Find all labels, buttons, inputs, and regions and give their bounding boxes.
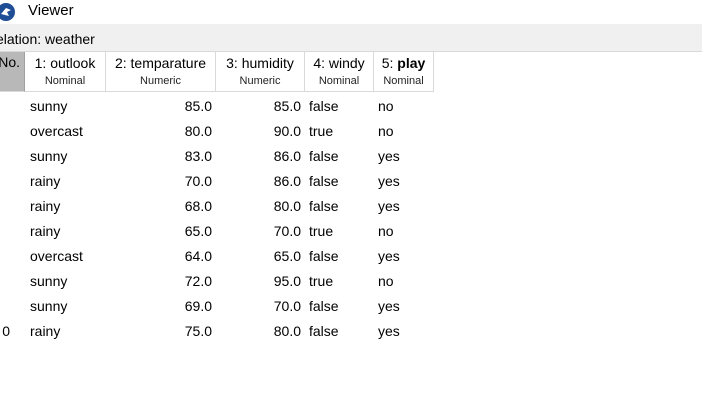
- cell-windy[interactable]: false: [309, 319, 339, 344]
- row-number[interactable]: [0, 144, 10, 169]
- cell-windy[interactable]: false: [309, 244, 339, 269]
- column-header-play[interactable]: 5: play Nominal: [374, 52, 434, 92]
- cell-windy[interactable]: false: [309, 144, 339, 169]
- cell-temparature[interactable]: 80.0: [112, 119, 212, 144]
- row-number[interactable]: [0, 194, 10, 219]
- column-header-play-name: 5: play: [381, 55, 426, 71]
- column-header-windy-name: 4: windy: [313, 55, 365, 71]
- cell-outlook[interactable]: rainy: [30, 194, 60, 219]
- column-header-play-type: Nominal: [383, 75, 424, 87]
- relation-label: elation: weather: [0, 31, 95, 47]
- row-number[interactable]: [0, 244, 10, 269]
- title-bar: Viewer: [0, 0, 702, 24]
- cell-humidity[interactable]: 70.0: [222, 219, 301, 244]
- cell-outlook[interactable]: sunny: [30, 144, 67, 169]
- cell-humidity[interactable]: 90.0: [222, 119, 301, 144]
- cell-outlook[interactable]: rainy: [30, 219, 60, 244]
- cell-play[interactable]: yes: [378, 244, 400, 269]
- column-header-humidity[interactable]: 3: humidity Numeric: [216, 52, 305, 92]
- row-number[interactable]: [0, 94, 10, 119]
- cell-outlook[interactable]: rainy: [30, 169, 60, 194]
- cell-outlook[interactable]: overcast: [30, 119, 83, 144]
- cell-temparature[interactable]: 68.0: [112, 194, 212, 219]
- cell-play[interactable]: yes: [378, 169, 400, 194]
- window-title: Viewer: [28, 2, 74, 19]
- table-row[interactable]: rainy 65.0 70.0 true no: [0, 219, 702, 244]
- cell-humidity[interactable]: 86.0: [222, 169, 301, 194]
- row-number[interactable]: [0, 219, 10, 244]
- cell-outlook[interactable]: sunny: [30, 294, 67, 319]
- column-header-temparature-name: 2: temparature: [114, 55, 207, 71]
- relation-bar: elation: weather: [0, 24, 702, 52]
- table-row[interactable]: overcast 64.0 65.0 false yes: [0, 244, 702, 269]
- cell-play[interactable]: no: [378, 219, 394, 244]
- cell-windy[interactable]: false: [309, 94, 339, 119]
- table-row[interactable]: sunny 83.0 86.0 false yes: [0, 144, 702, 169]
- cell-play[interactable]: no: [378, 119, 394, 144]
- column-header-humidity-type: Numeric: [239, 75, 281, 87]
- row-number[interactable]: [0, 119, 10, 144]
- cell-humidity[interactable]: 86.0: [222, 144, 301, 169]
- table-row[interactable]: sunny 69.0 70.0 false yes: [0, 294, 702, 319]
- cell-windy[interactable]: true: [309, 219, 333, 244]
- row-number[interactable]: [0, 169, 10, 194]
- cell-play[interactable]: yes: [378, 194, 400, 219]
- cell-windy[interactable]: false: [309, 294, 339, 319]
- cell-windy[interactable]: true: [309, 119, 333, 144]
- cell-play[interactable]: no: [378, 94, 394, 119]
- column-header-windy-type: Nominal: [318, 75, 360, 87]
- table-row[interactable]: sunny 72.0 95.0 true no: [0, 269, 702, 294]
- cell-temparature[interactable]: 75.0: [112, 319, 212, 344]
- column-header-windy[interactable]: 4: windy Nominal: [305, 52, 374, 92]
- cell-play[interactable]: yes: [378, 144, 400, 169]
- row-number[interactable]: [0, 294, 10, 319]
- cell-humidity[interactable]: 95.0: [222, 269, 301, 294]
- column-header-no-label: No.: [0, 54, 20, 70]
- table-row[interactable]: 0 rainy 75.0 80.0 false yes: [0, 319, 702, 344]
- column-header-temparature[interactable]: 2: temparature Numeric: [106, 52, 216, 92]
- cell-humidity[interactable]: 80.0: [222, 319, 301, 344]
- app-bird-icon: [0, 3, 15, 21]
- cell-temparature[interactable]: 83.0: [112, 144, 212, 169]
- cell-temparature[interactable]: 64.0: [112, 244, 212, 269]
- cell-temparature[interactable]: 69.0: [112, 294, 212, 319]
- cell-temparature[interactable]: 85.0: [112, 94, 212, 119]
- cell-outlook[interactable]: sunny: [30, 94, 67, 119]
- cell-humidity[interactable]: 85.0: [222, 94, 301, 119]
- table-row[interactable]: overcast 80.0 90.0 true no: [0, 119, 702, 144]
- row-number[interactable]: 0: [0, 319, 10, 344]
- column-header-outlook-type: Nominal: [44, 75, 86, 87]
- table-row[interactable]: rainy 68.0 80.0 false yes: [0, 194, 702, 219]
- cell-temparature[interactable]: 70.0: [112, 169, 212, 194]
- cell-humidity[interactable]: 65.0: [222, 244, 301, 269]
- cell-play[interactable]: yes: [378, 294, 400, 319]
- column-header-temparature-type: Numeric: [140, 75, 181, 87]
- cell-windy[interactable]: false: [309, 194, 339, 219]
- cell-humidity[interactable]: 70.0: [222, 294, 301, 319]
- cell-windy[interactable]: true: [309, 269, 333, 294]
- cell-humidity[interactable]: 80.0: [222, 194, 301, 219]
- cell-play[interactable]: no: [378, 269, 394, 294]
- column-header-outlook[interactable]: 1: outlook Nominal: [25, 52, 106, 92]
- table-row[interactable]: rainy 70.0 86.0 false yes: [0, 169, 702, 194]
- column-header-outlook-name: 1: outlook: [34, 55, 96, 71]
- column-header-no[interactable]: No.: [0, 52, 25, 92]
- cell-outlook[interactable]: sunny: [30, 269, 67, 294]
- cell-temparature[interactable]: 72.0: [112, 269, 212, 294]
- cell-temparature[interactable]: 65.0: [112, 219, 212, 244]
- cell-play[interactable]: yes: [378, 319, 400, 344]
- cell-windy[interactable]: false: [309, 169, 339, 194]
- cell-outlook[interactable]: overcast: [30, 244, 83, 269]
- table-row[interactable]: sunny 85.0 85.0 false no: [0, 94, 702, 119]
- cell-outlook[interactable]: rainy: [30, 319, 60, 344]
- column-header-humidity-name: 3: humidity: [226, 55, 294, 71]
- row-number[interactable]: [0, 269, 10, 294]
